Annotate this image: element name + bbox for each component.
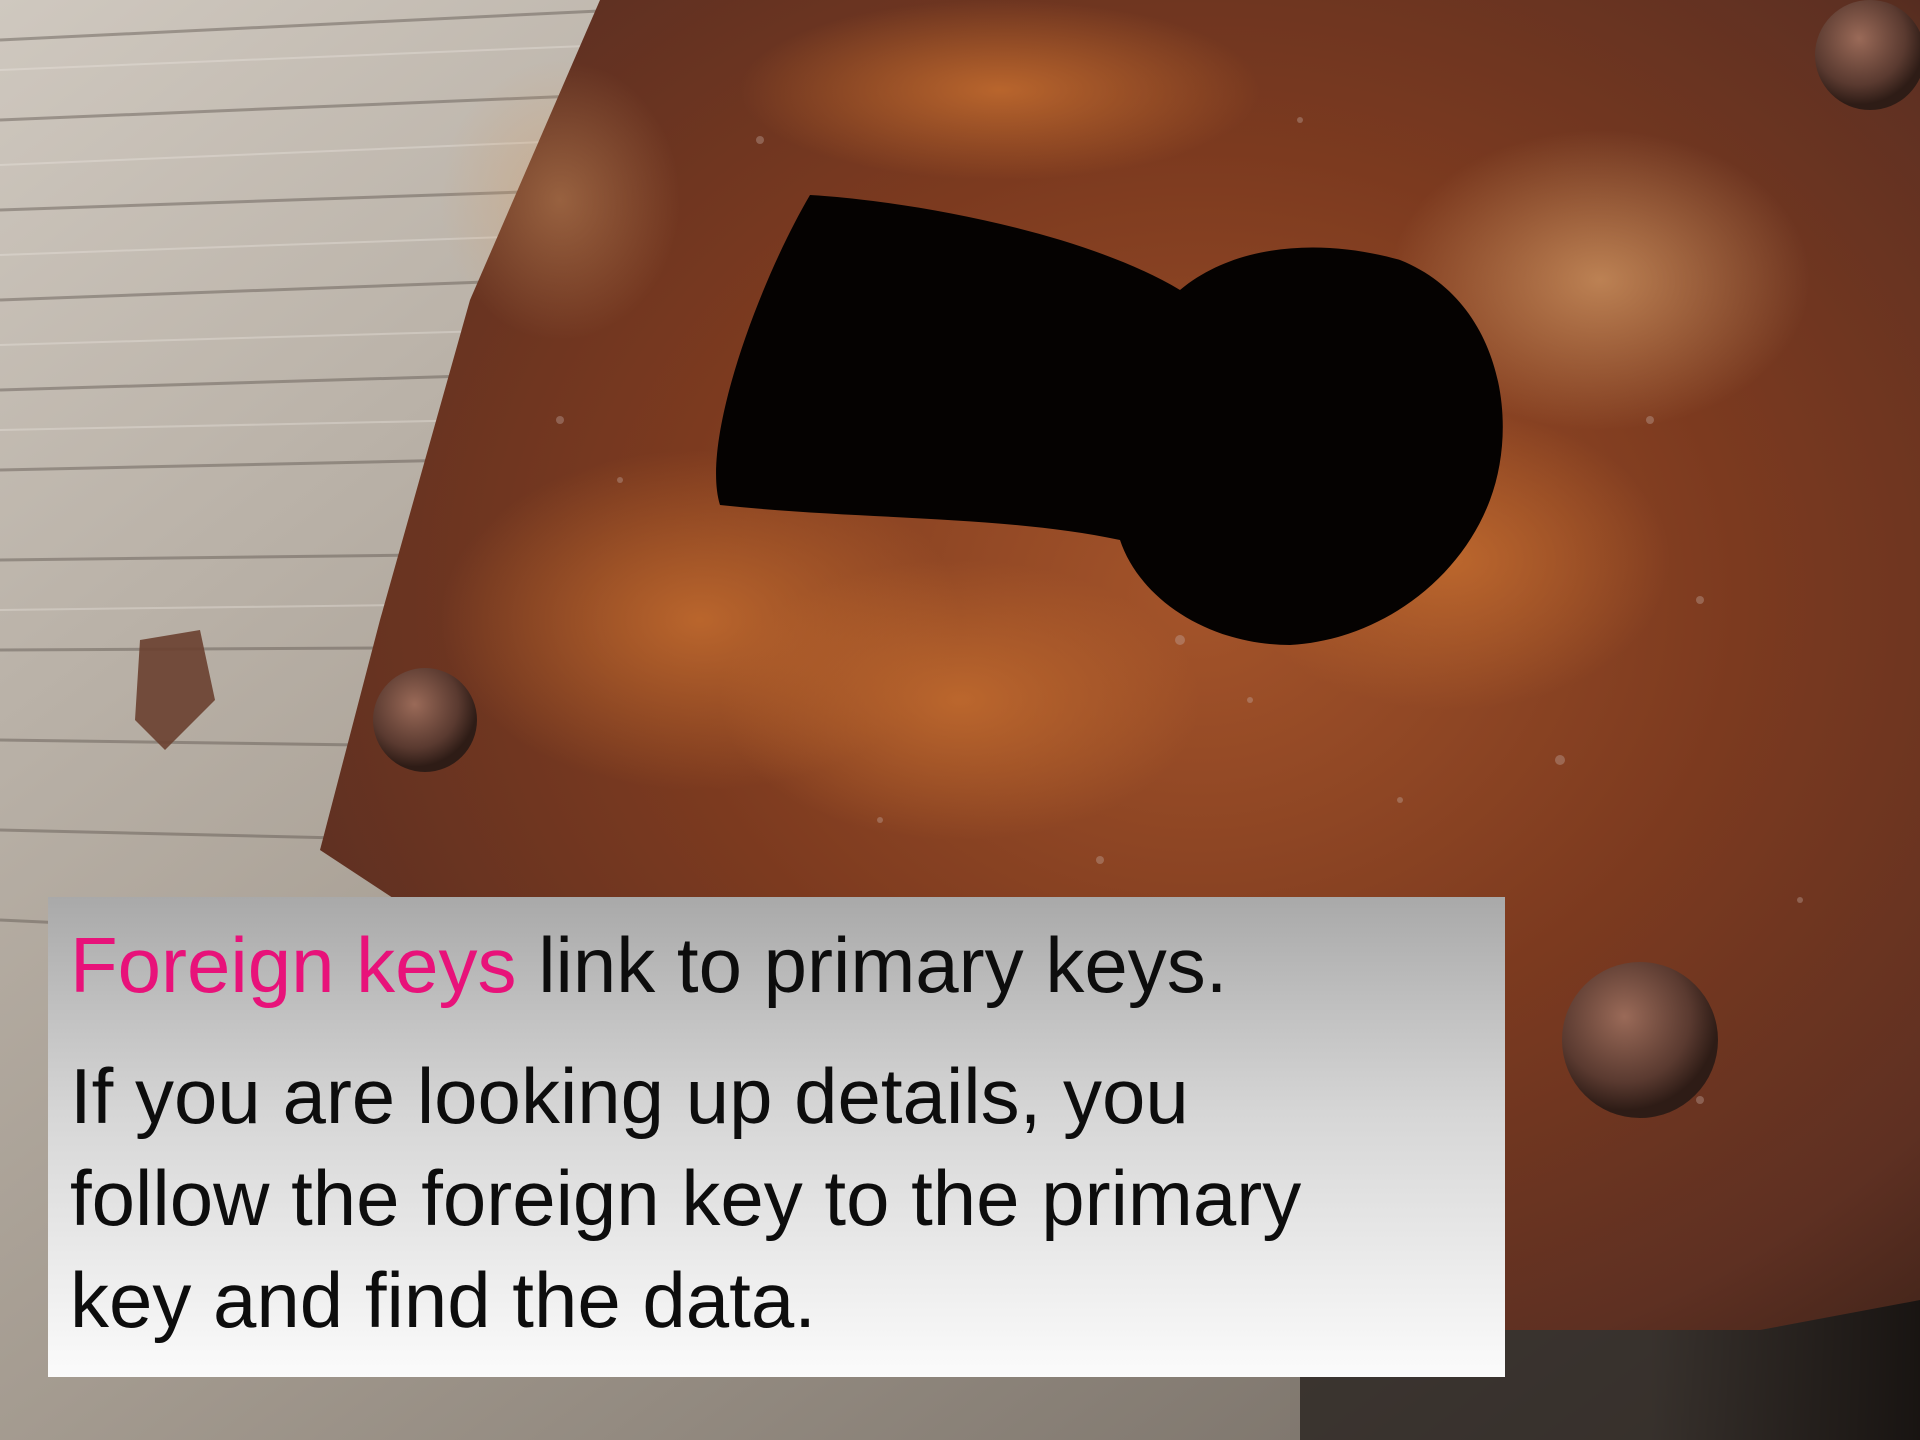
slide: Foreign keys link to primary keys. If yo… [0, 0, 1920, 1440]
caption-paragraph-2-line: key and find the data. [70, 1256, 816, 1344]
caption-line-1-rest: link to primary keys. [516, 921, 1228, 1009]
caption-paragraph-2-line: follow the foreign key to the primary [70, 1154, 1302, 1242]
caption-line-1: Foreign keys link to primary keys. [70, 915, 1483, 1015]
caption-paragraph-2: If you are looking up details, you follo… [70, 1045, 1483, 1351]
caption-paragraph-2-line: If you are looking up details, you [70, 1052, 1189, 1140]
foreign-keys-highlight: Foreign keys [70, 921, 517, 1009]
caption-box: Foreign keys link to primary keys. If yo… [48, 897, 1505, 1377]
